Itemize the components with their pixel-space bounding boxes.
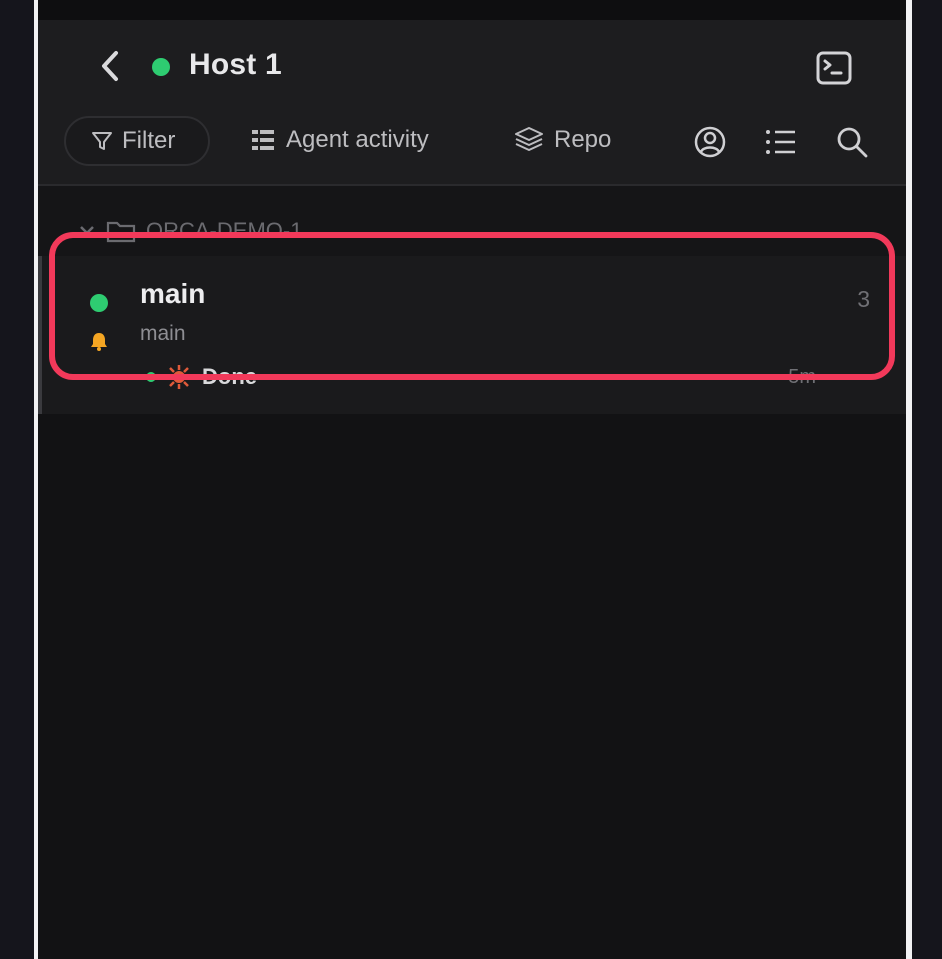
chevron-left-icon [102,51,118,81]
back-button[interactable] [90,46,130,86]
account-button[interactable] [692,124,728,160]
toolbar: Filter Agent activity Repo [38,114,906,174]
header: Host 1 Filter Agent activity Repo [38,20,906,186]
chevron-down-icon [80,226,94,235]
repo-group-name: ORCA-DEMO-1 [146,218,303,243]
list-icon [766,130,795,154]
item-count: 3 [857,286,870,312]
folder-icon [106,221,136,243]
filter-button[interactable]: Filter [64,116,210,166]
user-circle-icon [694,126,726,158]
repo-label: Repo [554,126,612,153]
repo-group-label: ORCA-DEMO-1 [78,218,302,244]
host-status-dot [152,58,170,76]
status-dot [90,294,108,312]
backdrop-right [906,0,942,959]
agent-activity-row: Done [146,364,257,390]
terminal-button[interactable] [812,47,856,89]
item-title: main [140,278,206,309]
repo-button[interactable]: Repo [514,126,611,154]
search-button[interactable] [834,124,870,160]
activity-label: Done [202,364,257,389]
layers-icon [515,127,543,151]
filter-label: Filter [122,127,176,154]
item-branch: main [140,322,186,345]
backdrop-left [0,0,38,959]
bell-icon [91,333,107,351]
sparkle-icon [167,365,191,389]
list-view-button[interactable] [763,124,799,160]
activity-status-dot [146,372,156,382]
status-strip [38,0,906,20]
agent-activity-label: Agent activity [286,126,429,153]
grid-list-icon [252,130,274,150]
terminal-icon [816,51,852,85]
filter-icon [92,132,112,150]
agent-activity-button[interactable]: Agent activity [250,126,429,154]
search-icon [837,127,868,158]
page-title: Host 1 [189,48,282,81]
app-window: Host 1 Filter Agent activity Repo ORCA-D… [38,0,906,959]
worktree-item-main[interactable]: main main 3 Done 5m [38,256,906,414]
activity-time: 5m [788,366,816,388]
repo-group-header[interactable]: ORCA-DEMO-1 [38,186,906,256]
